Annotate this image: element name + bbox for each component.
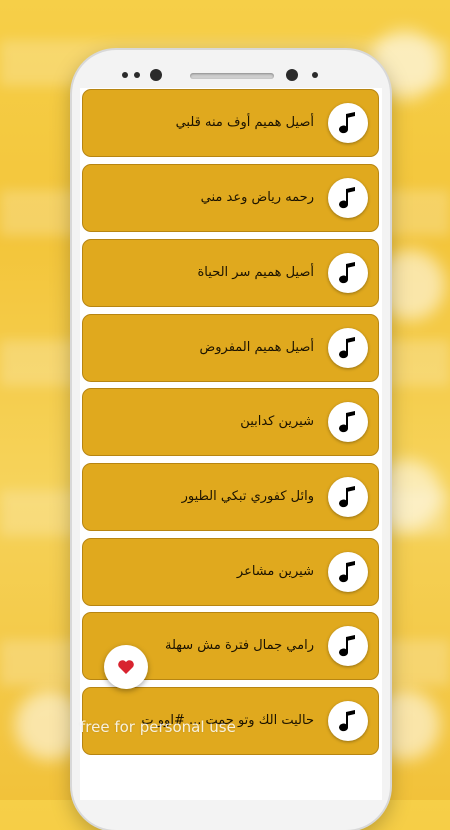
music-note-icon <box>328 253 368 293</box>
favorite-button[interactable] <box>104 645 148 689</box>
song-list-item[interactable]: أصيل هميم سر الحياة <box>82 239 379 307</box>
song-list-item[interactable]: أصيل هميم المفروض <box>82 314 379 382</box>
music-note-icon <box>328 626 368 666</box>
song-list-screen: أصيل هميم أوف منه قلبي رحمه رياض وعد مني… <box>80 88 382 800</box>
phone-top-bar <box>72 50 390 90</box>
music-note-icon <box>328 178 368 218</box>
song-title: أصيل هميم سر الحياة <box>197 265 315 280</box>
song-list-item[interactable]: شيرين كدابين <box>82 388 379 456</box>
music-note-icon <box>328 552 368 592</box>
front-camera-icon <box>150 69 162 81</box>
earpiece-speaker <box>190 73 274 79</box>
sensor-icon <box>134 72 140 78</box>
music-note-icon <box>328 328 368 368</box>
music-note-icon <box>328 477 368 517</box>
song-title: وائل كفوري تبكي الطيور <box>181 489 314 504</box>
music-note-icon <box>328 402 368 442</box>
song-title: أصيل هميم المفروض <box>199 340 314 355</box>
song-list-item[interactable]: رحمه رياض وعد مني <box>82 164 379 232</box>
music-note-icon <box>328 103 368 143</box>
phone-frame: أصيل هميم أوف منه قلبي رحمه رياض وعد مني… <box>72 50 390 830</box>
song-title: أصيل هميم أوف منه قلبي <box>175 115 314 130</box>
watermark-text: free for personal use <box>80 718 236 736</box>
song-title: شيرين كدابين <box>240 414 314 429</box>
front-camera-icon <box>286 69 298 81</box>
sensor-icon <box>122 72 128 78</box>
song-list-item[interactable]: شيرين مشاعر <box>82 538 379 606</box>
song-title: رحمه رياض وعد مني <box>200 190 314 205</box>
sensor-icon <box>312 72 318 78</box>
song-list-item[interactable]: وائل كفوري تبكي الطيور <box>82 463 379 531</box>
song-list-item[interactable]: أصيل هميم أوف منه قلبي <box>82 89 379 157</box>
song-title: شيرين مشاعر <box>236 564 314 579</box>
music-note-icon <box>328 701 368 741</box>
song-title: رامي جمال فترة مش سهلة <box>165 638 314 653</box>
